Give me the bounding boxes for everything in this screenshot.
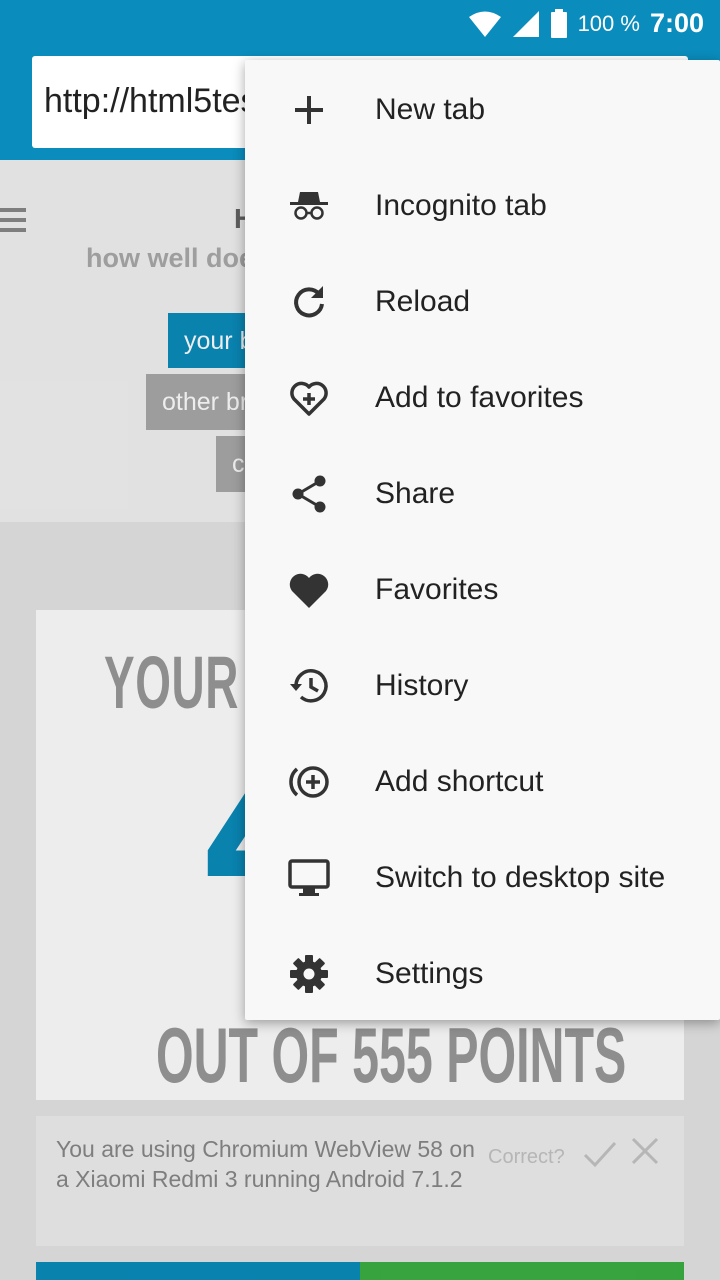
overflow-menu: New tab Incognito tab Reload Add to favo… (245, 60, 720, 1020)
plus-icon (285, 86, 333, 134)
incognito-icon (285, 182, 333, 230)
menu-item-label: Reload (375, 285, 471, 318)
menu-item-label: Add shortcut (375, 765, 544, 798)
share-icon (285, 470, 333, 518)
menu-item-label: Add to favorites (375, 381, 584, 414)
reload-icon (285, 278, 333, 326)
menu-item-label: Switch to desktop site (375, 861, 666, 894)
clock: 7:00 (649, 8, 704, 38)
heart-plus-icon (285, 374, 333, 422)
battery-percent: 100 % (577, 10, 640, 36)
battery-icon (550, 8, 567, 38)
menu-item-new-tab[interactable]: New tab (245, 62, 720, 158)
menu-item-reload[interactable]: Reload (245, 254, 720, 350)
menu-item-label: Incognito tab (375, 189, 547, 222)
menu-item-add-to-favorites[interactable]: Add to favorites (245, 350, 720, 446)
status-bar: 100 % 7:00 (0, 0, 720, 50)
menu-item-label: Share (375, 477, 456, 510)
wifi-icon (468, 11, 501, 37)
signal-icon (512, 10, 539, 37)
menu-item-switch-to-desktop-site[interactable]: Switch to desktop site (245, 830, 720, 926)
status-icons: 100 % 7:00 (468, 8, 704, 39)
menu-item-incognito-tab[interactable]: Incognito tab (245, 158, 720, 254)
gear-icon (285, 950, 333, 998)
menu-item-label: New tab (375, 93, 486, 126)
add-shortcut-icon (285, 758, 333, 806)
history-icon (285, 662, 333, 710)
desktop-icon (285, 854, 333, 902)
menu-item-label: History (375, 669, 469, 702)
menu-item-share[interactable]: Share (245, 446, 720, 542)
menu-item-history[interactable]: History (245, 638, 720, 734)
menu-item-favorites[interactable]: Favorites (245, 542, 720, 638)
heart-icon (285, 566, 333, 614)
menu-item-label: Settings (375, 957, 484, 990)
menu-item-add-shortcut[interactable]: Add shortcut (245, 734, 720, 830)
menu-item-label: Favorites (375, 573, 499, 606)
menu-item-settings[interactable]: Settings (245, 926, 720, 1022)
